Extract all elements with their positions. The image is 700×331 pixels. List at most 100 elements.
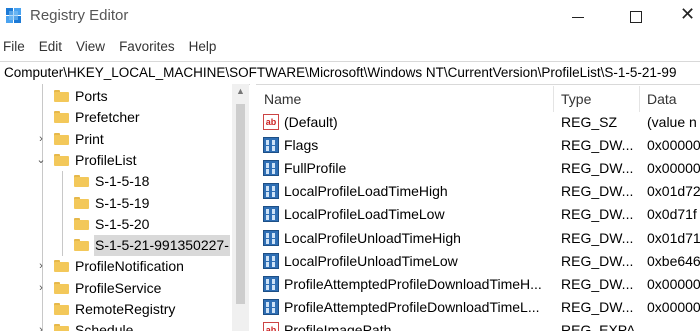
tree-item-label: S-1-5-21-991350227-	[94, 235, 230, 257]
menu-file[interactable]: File	[0, 37, 29, 57]
value-row[interactable]: LocalProfileLoadTimeHigh REG_DW... 0x01d72	[256, 180, 700, 203]
column-divider[interactable]	[553, 86, 554, 112]
column-header-name[interactable]: Name	[264, 84, 301, 114]
tree-item-label: ProfileService	[75, 279, 162, 296]
tree-item[interactable]: › ProfileService	[0, 278, 232, 299]
value-row[interactable]: LocalProfileUnloadTimeLow REG_DW... 0xbe64…	[256, 250, 700, 273]
tree-item[interactable]: Ports	[0, 86, 232, 107]
menu-bar: File Edit View Favorites Help	[0, 37, 700, 57]
address-path[interactable]: Computer\HKEY_LOCAL_MACHINE\SOFTWARE\Mic…	[0, 65, 676, 80]
value-name: (Default)	[284, 114, 338, 130]
folder-icon	[54, 153, 69, 166]
value-data: 0xbe646	[647, 252, 700, 269]
folder-icon	[74, 196, 89, 209]
value-name: Flags	[284, 137, 319, 154]
values-list: Name Type Data ab (Default) REG_SZ (value n…	[256, 84, 700, 331]
folder-icon	[74, 175, 89, 188]
chevron-down-icon[interactable]: ⌄	[36, 150, 46, 171]
binary-value-icon	[263, 137, 279, 154]
chevron-right-icon[interactable]: ›	[36, 256, 46, 277]
tree-item-label: S-1-5-19	[95, 194, 150, 211]
scrollbar-thumb[interactable]	[236, 104, 245, 304]
value-type: REG_DW...	[561, 275, 634, 292]
tree-item-label: S-1-5-20	[95, 215, 150, 232]
menu-favorites[interactable]: Favorites	[115, 37, 179, 57]
menu-help[interactable]: Help	[185, 37, 221, 57]
binary-value-icon	[263, 252, 279, 269]
value-row[interactable]: ProfileAttemptedProfileDownloadTimeH... R…	[256, 273, 700, 296]
tree-item-label: Ports	[75, 88, 108, 104]
folder-icon	[54, 260, 69, 273]
tree-item[interactable]: S-1-5-18	[0, 171, 232, 192]
column-header-type[interactable]: Type	[561, 84, 591, 114]
tree-scrollbar[interactable]: ▲	[232, 84, 249, 331]
registry-editor-app-icon	[6, 8, 21, 23]
value-row[interactable]: Flags REG_DW... 0x00000	[256, 134, 700, 157]
tree-item-label: Print	[75, 130, 104, 147]
key-tree: Ports Prefetcher › Print ⌄ ProfileList S-1-5-1…	[0, 84, 245, 331]
value-row[interactable]: LocalProfileLoadTimeLow REG_DW... 0x0d71f	[256, 203, 700, 226]
folder-icon	[54, 324, 69, 331]
tree-item[interactable]: Prefetcher	[0, 107, 232, 128]
value-data: 0x00000	[647, 137, 700, 154]
minimize-button[interactable]	[555, 0, 601, 34]
tree-item[interactable]: RemoteRegistry	[0, 299, 232, 320]
column-divider[interactable]	[639, 86, 640, 112]
binary-value-icon	[263, 275, 279, 292]
chevron-right-icon[interactable]: ›	[36, 278, 46, 299]
menu-edit[interactable]: Edit	[35, 37, 66, 57]
tree-item[interactable]: ⌄ ProfileList	[0, 150, 232, 171]
value-type: REG_DW...	[561, 298, 634, 315]
folder-icon	[54, 90, 69, 102]
tree-item[interactable]: › Print	[0, 129, 232, 150]
tree-item[interactable]: S-1-5-20	[0, 214, 232, 235]
tree-item-label: ProfileNotification	[75, 258, 184, 275]
tree-item[interactable]: › ProfileNotification	[0, 256, 232, 277]
value-row[interactable]: ab ProfileImagePath REG_EXPA...	[256, 319, 700, 331]
tree-item[interactable]: S-1-5-21-991350227-	[0, 235, 232, 257]
menu-view[interactable]: View	[72, 37, 109, 57]
maximize-button[interactable]	[613, 0, 659, 34]
chevron-right-icon[interactable]: ›	[36, 320, 46, 331]
column-header-data[interactable]: Data	[647, 84, 677, 114]
maximize-icon	[630, 11, 642, 23]
value-name: LocalProfileUnloadTimeLow	[284, 252, 458, 269]
folder-icon	[74, 217, 89, 230]
value-row[interactable]: ProfileAttemptedProfileDownloadTimeL... R…	[256, 296, 700, 319]
value-type: REG_SZ	[561, 114, 618, 130]
value-data: 0x00000	[647, 160, 700, 177]
value-data: 0x01d71	[647, 229, 700, 246]
binary-value-icon	[263, 229, 279, 246]
scroll-up-arrow-icon[interactable]: ▲	[232, 86, 249, 96]
value-name: LocalProfileUnloadTimeHigh	[284, 229, 461, 246]
value-type: REG_DW...	[561, 183, 634, 200]
close-icon: ✕	[680, 4, 696, 25]
address-bar[interactable]: Computer\HKEY_LOCAL_MACHINE\SOFTWARE\Mic…	[0, 61, 700, 85]
value-type: REG_DW...	[561, 206, 634, 223]
value-data: 0x01d72	[647, 183, 700, 200]
value-row[interactable]: ab (Default) REG_SZ (value n	[256, 111, 700, 134]
string-value-icon: ab	[263, 321, 279, 331]
list-header: Name Type Data	[256, 84, 700, 114]
tree-item-label: Schedule	[75, 322, 134, 331]
tree-item-label: RemoteRegistry	[75, 301, 176, 317]
value-data: 0x00000	[647, 275, 700, 292]
value-type: REG_DW...	[561, 137, 634, 154]
value-name: LocalProfileLoadTimeHigh	[284, 183, 448, 200]
folder-icon	[54, 281, 69, 294]
folder-icon	[54, 111, 69, 124]
folder-icon	[54, 303, 69, 315]
value-row[interactable]: FullProfile REG_DW... 0x00000	[256, 157, 700, 180]
value-name: FullProfile	[284, 160, 347, 177]
value-data: 0x0d71f	[647, 206, 697, 223]
value-type: REG_EXPA...	[561, 321, 648, 331]
value-row[interactable]: LocalProfileUnloadTimeHigh REG_DW... 0x01d…	[256, 227, 700, 250]
binary-value-icon	[263, 160, 279, 177]
tree-item[interactable]: S-1-5-19	[0, 193, 232, 214]
chevron-right-icon[interactable]: ›	[36, 129, 46, 150]
value-type: REG_DW...	[561, 229, 634, 246]
close-button[interactable]: ✕	[670, 0, 700, 34]
value-name: LocalProfileLoadTimeLow	[284, 206, 445, 223]
title-bar: Registry Editor ✕	[0, 0, 700, 34]
tree-item[interactable]: › Schedule	[0, 320, 232, 331]
